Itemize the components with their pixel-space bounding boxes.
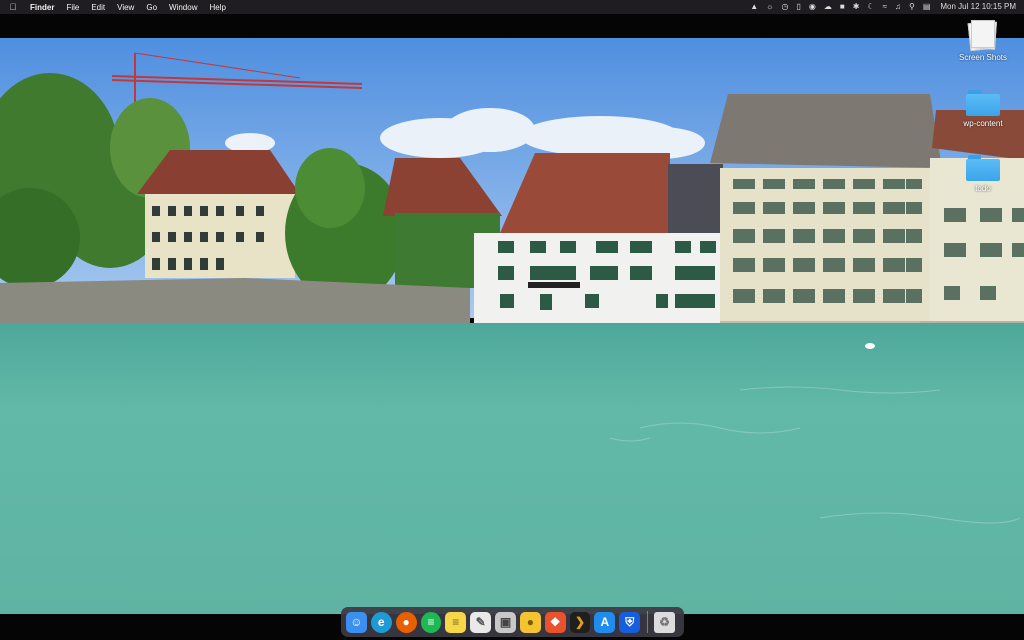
edge-icon[interactable]: e — [370, 611, 392, 633]
desktop-item-label: Screen Shots — [958, 53, 1008, 62]
screenshots-stack-icon — [967, 20, 997, 52]
git-client-icon[interactable]: ❖ — [544, 611, 566, 633]
control-center-icon[interactable]: ▤ — [923, 0, 931, 14]
menu-bar:  Finder File Edit View Go Window Help ▲… — [0, 0, 1024, 14]
power-icon[interactable]: ◉ — [809, 0, 816, 14]
folder-icon — [966, 90, 1000, 116]
app-store-icon[interactable]: A — [594, 611, 616, 633]
menu-view[interactable]: View — [117, 3, 134, 12]
spotify-icon[interactable]: ≡ — [420, 611, 442, 633]
bitwarden-icon[interactable]: ⛨ — [619, 611, 641, 633]
flame-icon[interactable]: ☼ — [766, 0, 773, 14]
river-water — [0, 323, 1024, 614]
desktop-wallpaper — [0, 38, 1024, 614]
search-icon[interactable]: ⚲ — [909, 0, 915, 14]
preview-icon[interactable]: ▣ — [495, 611, 516, 633]
dock-separator — [647, 611, 649, 633]
desktop-item-todo[interactable]: todo — [943, 155, 1023, 193]
menu-app-name[interactable]: Finder — [30, 3, 54, 12]
volume-icon[interactable]: ♫ — [895, 0, 901, 14]
wallpaper-scene — [0, 38, 1024, 614]
top-letterbox — [0, 14, 1024, 38]
swan — [865, 343, 875, 349]
plex-icon[interactable]: ❯ — [569, 611, 591, 633]
finder-icon[interactable]: ☺ — [346, 611, 367, 633]
bluetooth-icon[interactable]: ✱ — [853, 0, 860, 14]
building-large-right — [710, 94, 1024, 343]
textedit-icon[interactable]: ✎ — [470, 611, 492, 633]
dropbox-icon[interactable]: ▲ — [750, 0, 758, 14]
menu-go[interactable]: Go — [146, 3, 157, 12]
menubar-clock[interactable]: Mon Jul 12 10:15 PM — [940, 0, 1016, 14]
status-area: ▲ ☼ ◷ ▯ ◉ ☁ ■ ✱ ☾ ≈ ♫ ⚲ ▤ Mon Jul 12 10:… — [742, 0, 1016, 14]
clock-sync-icon[interactable]: ◷ — [781, 0, 788, 14]
wifi-icon[interactable]: ≈ — [883, 0, 887, 14]
notes-icon[interactable]: ≡ — [445, 611, 467, 633]
trash-icon[interactable]: ♻ — [654, 611, 675, 633]
user-icon[interactable]: ■ — [840, 0, 845, 14]
desktop-item-wp-content[interactable]: wp-content — [943, 90, 1023, 128]
firefox-icon[interactable]: ● — [395, 611, 417, 633]
menu-help[interactable]: Help — [209, 3, 225, 12]
cyberduck-icon[interactable]: ● — [519, 611, 541, 633]
cloud-icon[interactable]: ☁ — [824, 0, 832, 14]
desktop-item-label: todo — [975, 184, 991, 193]
moon-icon[interactable]: ☾ — [867, 0, 874, 14]
menu-edit[interactable]: Edit — [91, 3, 105, 12]
dock: ☺ e ● ≡ ≡ ✎ ▣ ● ❖ ❯ A ⛨ ♻ — [341, 607, 684, 637]
menu-file[interactable]: File — [66, 3, 79, 12]
menu-window[interactable]: Window — [169, 3, 197, 12]
building-left — [137, 150, 300, 278]
apple-menu-icon[interactable]:  — [8, 2, 18, 12]
battery-icon[interactable]: ▯ — [796, 0, 800, 14]
folder-icon — [966, 155, 1000, 181]
desktop-item-label: wp-content — [963, 119, 1003, 128]
desktop-item-screen-shots[interactable]: Screen Shots — [943, 20, 1023, 62]
